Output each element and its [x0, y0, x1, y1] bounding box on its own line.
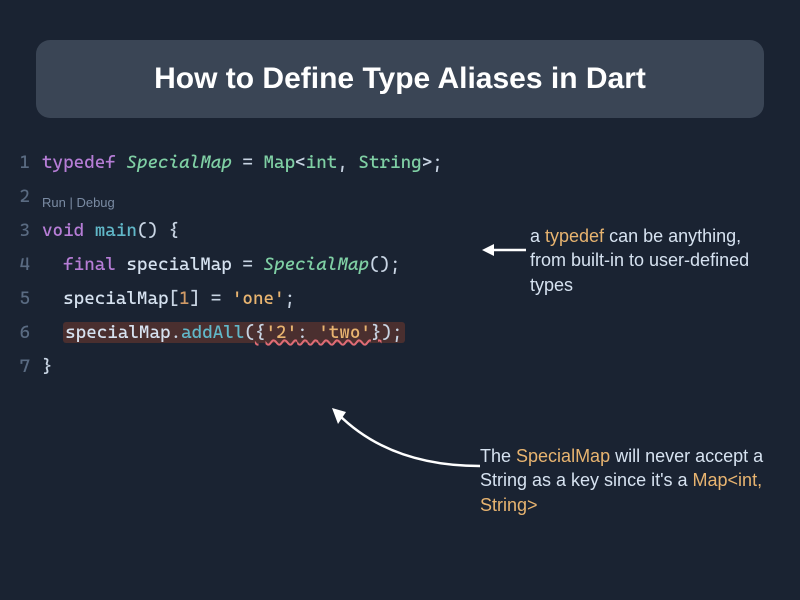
line-number: 2 — [10, 180, 30, 214]
line-number: 5 — [10, 282, 30, 316]
string-key: '2' — [265, 322, 297, 343]
code-line-6: specialMap.addAll({'2': 'two'}); — [42, 316, 443, 350]
constructor-specialmap: SpecialMap — [263, 254, 368, 275]
page-title: How to Define Type Aliases in Dart — [56, 62, 744, 96]
codelens-run-debug[interactable]: Run | Debug — [42, 196, 115, 209]
line-number: 3 — [10, 214, 30, 248]
string-literal: 'one' — [232, 288, 285, 309]
code-line-1: typedef SpecialMap = Map<int, String>; — [42, 146, 443, 180]
keyword-typedef: typedef — [42, 152, 116, 173]
line-number: 6 — [10, 316, 30, 350]
annotation-specialmap: The SpecialMap will never accept a Strin… — [480, 444, 780, 517]
line-number: 4 — [10, 248, 30, 282]
variable-specialmap: specialMap — [63, 288, 168, 309]
number-literal: 1 — [179, 288, 190, 309]
error-highlight: specialMap.addAll({'2': 'two'}); — [63, 322, 405, 343]
method-addall: addAll — [181, 322, 244, 343]
error-squiggle: {'2': 'two'} — [255, 322, 382, 343]
variable-specialmap: specialMap — [126, 254, 231, 275]
arrow-icon — [330, 406, 490, 476]
code-body: typedef SpecialMap = Map<int, String>; R… — [42, 146, 443, 384]
type-string: String — [358, 152, 421, 173]
code-line-5: specialMap[1] = 'one'; — [42, 282, 443, 316]
annotation-typedef: a typedef can be anything, from built-in… — [530, 224, 780, 297]
code-line-7: } — [42, 350, 443, 384]
code-line-4: final specialMap = SpecialMap(); — [42, 248, 443, 282]
variable-specialmap: specialMap — [65, 322, 170, 343]
line-number: 7 — [10, 350, 30, 384]
keyword-final: final — [63, 254, 116, 275]
code-line-3: Run | Debugvoid main() { — [42, 214, 443, 248]
string-value: 'two' — [318, 322, 371, 343]
highlight-typedef: typedef — [545, 226, 604, 246]
line-number: 1 — [10, 146, 30, 180]
title-banner: How to Define Type Aliases in Dart — [36, 40, 764, 118]
type-int: int — [306, 152, 338, 173]
line-gutter: 1 2 3 4 5 6 7 — [10, 146, 42, 384]
type-map: Map — [263, 152, 295, 173]
function-main: main — [95, 220, 137, 241]
highlight-specialmap: SpecialMap — [516, 446, 610, 466]
type-specialmap: SpecialMap — [126, 152, 231, 173]
keyword-void: void — [42, 220, 84, 241]
